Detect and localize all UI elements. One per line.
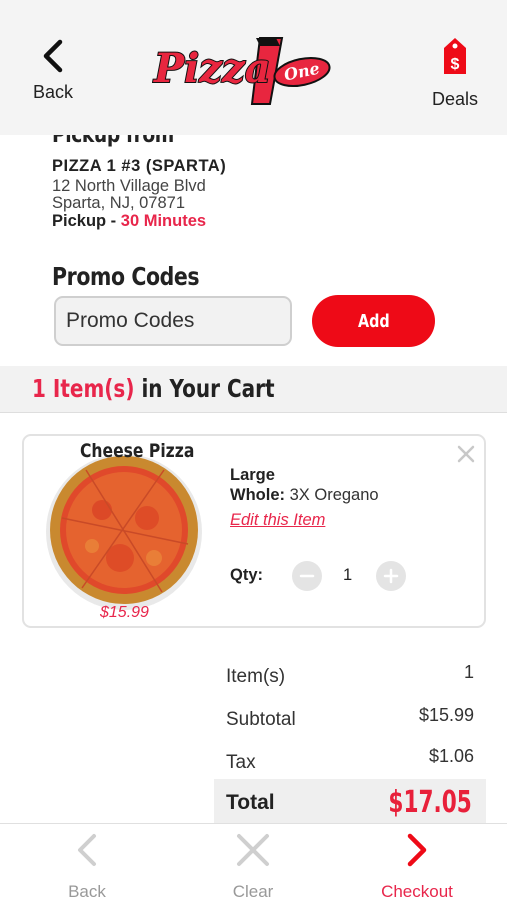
svg-text:$: $ (451, 56, 460, 73)
store-address-line2: Sparta, NJ, 07871 (52, 194, 185, 212)
svg-text:Pizza: Pizza (153, 45, 271, 92)
cart-item-count: 1 Item(s) (32, 374, 135, 403)
deals-label: Deals (431, 89, 479, 109)
cart-item: Cheese Pizza $15.99 Large Whole: 3X Oreg… (22, 434, 486, 628)
minus-icon (299, 574, 315, 578)
tax-value: $1.06 (428, 746, 474, 766)
summary-items-value: 1 (463, 662, 474, 682)
add-promo-button[interactable]: Add (312, 295, 435, 347)
nav-clear-label: Clear (232, 882, 274, 900)
price-tag-icon: $ (444, 38, 466, 74)
total-label: Total (226, 791, 275, 814)
x-icon (237, 834, 269, 866)
item-size: Large (230, 466, 275, 484)
nav-checkout-label: Checkout (381, 882, 453, 900)
total-row: Total $17.05 (214, 779, 486, 823)
subtotal-value: $15.99 (418, 705, 474, 725)
qty-increase-button[interactable] (376, 561, 406, 591)
close-icon[interactable] (456, 444, 476, 464)
item-name: Cheese Pizza (80, 440, 195, 462)
promo-codes-title: Promo Codes (52, 262, 200, 291)
subtotal-label: Subtotal (226, 709, 296, 730)
qty-label: Qty: (230, 566, 263, 584)
top-header: Back Pizza One $ Deals (0, 0, 507, 135)
item-price: $15.99 (100, 604, 149, 621)
cart-heading-text: in Your Cart (141, 374, 275, 403)
qty-value: 1 (343, 566, 353, 584)
total-value: $17.05 (388, 785, 472, 820)
summary-items-label: Item(s) (226, 666, 286, 687)
pizza-one-logo: Pizza One (152, 30, 334, 110)
item-option-label: Whole: (230, 486, 285, 504)
pickup-info: Pickup from PIZZA 1 #3 (SPARTA) 12 North… (52, 135, 472, 235)
tax-label: Tax (226, 752, 256, 773)
header-back-label: Back (32, 82, 74, 102)
chevron-left-icon (78, 834, 96, 866)
cart-heading: 1 Item(s) in Your Cart (32, 374, 275, 403)
pickup-time-value: 30 Minutes (120, 212, 207, 230)
promo-code-input[interactable] (54, 296, 292, 346)
plus-icon (383, 568, 399, 584)
add-promo-label: Add (357, 310, 390, 332)
pickup-heading: Pickup from (52, 135, 174, 148)
cart-heading-bar: 1 Item(s) in Your Cart (0, 366, 507, 413)
nav-checkout-button[interactable]: Checkout (362, 832, 472, 900)
pizza-image (46, 454, 202, 610)
edit-item-link[interactable]: Edit this Item (230, 511, 325, 530)
chevron-right-icon (407, 833, 427, 867)
chevron-left-icon (43, 39, 63, 73)
pickup-time: Pickup - 30 Minutes (52, 212, 206, 231)
item-option-value: 3X Oregano (289, 486, 379, 504)
bottom-nav: Back Clear Checkout (0, 823, 507, 900)
header-back-button[interactable]: Back (22, 38, 84, 108)
nav-back-button[interactable]: Back (32, 832, 142, 900)
qty-decrease-button[interactable] (292, 561, 322, 591)
nav-back-label: Back (68, 882, 106, 900)
pickup-time-label: Pickup - (52, 212, 117, 230)
deals-button[interactable]: $ Deals (423, 36, 487, 109)
nav-clear-button[interactable]: Clear (198, 832, 308, 900)
store-name: PIZZA 1 #3 (SPARTA) (52, 157, 227, 175)
item-option: Whole: 3X Oregano (230, 486, 379, 505)
